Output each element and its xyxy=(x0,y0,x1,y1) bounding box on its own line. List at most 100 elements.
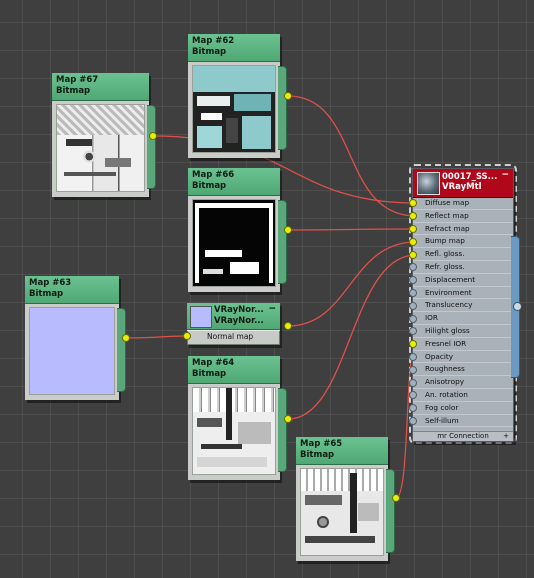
slot-label: An. rotation xyxy=(425,389,468,399)
slot-reflect-map[interactable]: Reflect map xyxy=(409,210,513,223)
node-vraymtl[interactable]: 00017_SS... VRayMtl − Diffuse map Reflect… xyxy=(409,168,514,442)
node-title: Map #66 xyxy=(192,170,235,180)
input-socket[interactable] xyxy=(409,391,417,400)
slot-hilight-gloss[interactable]: Hilight gloss xyxy=(409,325,513,338)
wire-map64-reflgloss xyxy=(287,254,417,420)
input-socket[interactable] xyxy=(409,416,417,425)
slot-fresnel-ior[interactable]: Fresnel IOR xyxy=(409,338,513,351)
slot-refract-map[interactable]: Refract map xyxy=(409,223,513,236)
mr-connection-rollout[interactable]: mr Connection + xyxy=(413,431,513,441)
input-socket[interactable] xyxy=(409,263,417,272)
node-header[interactable]: VRayNor... VRayNor... − xyxy=(187,303,280,330)
output-socket[interactable] xyxy=(149,132,157,140)
output-socket[interactable] xyxy=(284,226,292,234)
input-socket[interactable] xyxy=(409,314,417,323)
slot-an-rotation[interactable]: An. rotation xyxy=(409,389,513,402)
slot-refl-gloss[interactable]: Refl. gloss. xyxy=(409,248,513,261)
input-socket[interactable] xyxy=(409,288,417,297)
slot-ior[interactable]: IOR xyxy=(409,312,513,325)
node-map64[interactable]: Map #64 Bitmap xyxy=(188,356,287,480)
node-title: Map #62 xyxy=(192,36,235,46)
bitmap-thumbnail xyxy=(300,468,384,556)
node-map65[interactable]: Map #65 Bitmap xyxy=(296,437,395,561)
slot-normal-map[interactable]: Normal map xyxy=(187,330,280,343)
input-socket[interactable] xyxy=(409,404,417,413)
slot-displacement[interactable]: Displacement xyxy=(409,274,513,287)
slot-translucency[interactable]: Translucency xyxy=(409,299,513,313)
output-socket[interactable] xyxy=(392,494,400,502)
node-title: Map #64 xyxy=(192,358,235,368)
output-tab xyxy=(278,388,287,472)
wire-map63-normal xyxy=(125,335,187,339)
node-title: Map #65 xyxy=(300,439,343,449)
node-header[interactable]: Map #62 Bitmap xyxy=(188,34,280,62)
input-socket[interactable] xyxy=(409,352,417,361)
minimize-icon[interactable]: − xyxy=(268,304,276,314)
input-socket[interactable] xyxy=(409,276,417,285)
node-header[interactable]: Map #65 Bitmap xyxy=(296,437,388,465)
node-title: Map #67 xyxy=(56,75,99,85)
node-type: Bitmap xyxy=(56,86,91,96)
input-socket[interactable] xyxy=(409,250,417,259)
node-map67[interactable]: Map #67 Bitmap xyxy=(52,73,156,197)
slot-label: Reflect map xyxy=(425,210,469,220)
node-header[interactable]: Map #64 Bitmap xyxy=(188,356,280,384)
wire-map66-refract xyxy=(287,228,417,231)
wire-vraynormal-bump xyxy=(287,241,417,327)
node-header[interactable]: Map #67 Bitmap xyxy=(52,73,149,101)
node-type: Bitmap xyxy=(192,47,227,57)
input-socket[interactable] xyxy=(409,327,417,336)
node-header[interactable]: Map #66 Bitmap xyxy=(188,168,280,196)
slot-label: Anisotropy xyxy=(425,377,465,387)
slot-bump-map[interactable]: Bump map xyxy=(409,235,513,249)
slot-roughness[interactable]: Roughness xyxy=(409,363,513,377)
bitmap-thumbnail xyxy=(29,307,115,395)
slot-label: Translucency xyxy=(425,300,473,310)
slot-diffuse-map[interactable]: Diffuse map xyxy=(409,197,513,210)
node-header[interactable]: Map #63 Bitmap xyxy=(25,276,119,304)
wire-map62-reflect xyxy=(287,95,417,217)
material-header[interactable]: 00017_SS... VRayMtl − xyxy=(413,169,513,198)
slot-label: Refract map xyxy=(425,223,470,233)
bitmap-thumbnail xyxy=(192,387,276,475)
slot-label: IOR xyxy=(425,313,438,323)
input-socket[interactable] xyxy=(183,332,191,340)
slot-label: Diffuse map xyxy=(425,198,470,207)
slot-anisotropy[interactable]: Anisotropy xyxy=(409,376,513,389)
node-type: Bitmap xyxy=(192,181,227,191)
slot-environment[interactable]: Environment xyxy=(409,287,513,300)
input-socket[interactable] xyxy=(409,224,417,233)
node-map62[interactable]: Map #62 Bitmap xyxy=(188,34,287,158)
normal-swatch xyxy=(190,306,212,328)
material-title: 00017_SS... xyxy=(442,172,498,182)
slot-self-illum[interactable]: Self-illum xyxy=(409,415,513,428)
output-socket[interactable] xyxy=(122,334,130,342)
input-socket[interactable] xyxy=(409,212,417,221)
slot-opacity[interactable]: Opacity xyxy=(409,351,513,364)
node-map66[interactable]: Map #66 Bitmap xyxy=(188,168,287,292)
output-socket[interactable] xyxy=(284,322,292,330)
bitmap-thumbnail xyxy=(56,104,145,192)
input-socket[interactable] xyxy=(409,378,417,387)
output-socket[interactable] xyxy=(284,92,292,100)
node-vraynormalmap[interactable]: VRayNor... VRayNor... − Normal map xyxy=(183,303,280,345)
node-map63[interactable]: Map #63 Bitmap xyxy=(25,276,126,400)
minimize-icon[interactable]: − xyxy=(501,170,509,180)
material-type: VRayMtl xyxy=(442,182,482,192)
output-socket[interactable] xyxy=(284,415,292,423)
slot-label: Roughness xyxy=(425,364,465,374)
slot-label: Hilight gloss xyxy=(425,325,470,335)
slot-refr-gloss[interactable]: Refr. gloss. xyxy=(409,261,513,274)
output-tab xyxy=(278,66,287,150)
input-socket[interactable] xyxy=(409,340,417,349)
output-tab xyxy=(117,308,126,392)
input-socket[interactable] xyxy=(409,301,417,310)
slot-label: Fresnel IOR xyxy=(425,338,467,348)
slot-fog-color[interactable]: Fog color xyxy=(409,402,513,415)
material-output-socket[interactable] xyxy=(513,302,522,311)
input-socket[interactable] xyxy=(409,199,417,208)
node-type: Bitmap xyxy=(29,289,64,299)
input-socket[interactable] xyxy=(409,237,417,246)
input-socket[interactable] xyxy=(409,365,417,374)
expand-icon: + xyxy=(503,432,509,440)
